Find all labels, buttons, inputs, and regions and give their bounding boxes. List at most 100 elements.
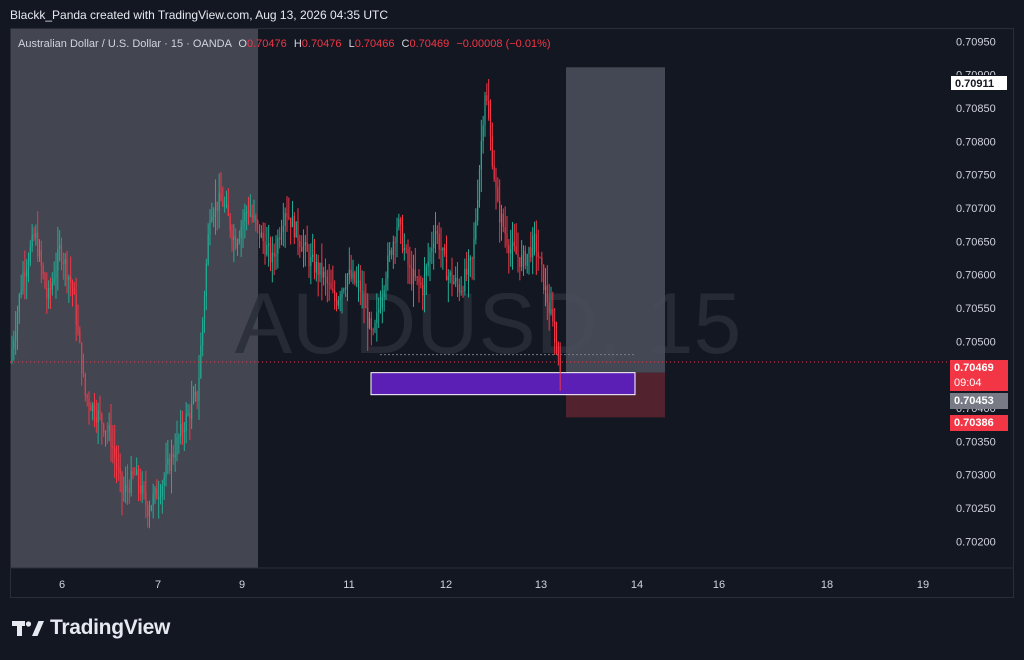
candle-body <box>429 251 431 262</box>
candle-body <box>198 377 200 401</box>
candle-body <box>152 494 154 506</box>
candle-body <box>304 242 306 246</box>
candle-body <box>557 343 559 356</box>
candle-body <box>156 488 158 499</box>
candle-body <box>108 424 110 432</box>
candle-body <box>544 285 547 291</box>
candle-body <box>326 276 328 284</box>
candle-body <box>137 469 140 486</box>
candle-body <box>253 215 255 218</box>
candle-body <box>453 281 455 284</box>
candle-body <box>185 414 187 432</box>
candle-body <box>264 241 266 255</box>
candle-body <box>335 300 338 306</box>
session-shade <box>11 29 258 568</box>
candle-body <box>257 220 259 225</box>
candle-body <box>418 277 420 283</box>
candle-body <box>55 270 57 279</box>
candle-body <box>16 312 19 332</box>
candle-body <box>451 272 453 284</box>
candle-body <box>51 282 53 290</box>
candle-body <box>161 485 163 497</box>
candle-body <box>20 290 22 295</box>
candle-body <box>123 491 125 493</box>
chart-credit: Blackk_Panda created with TradingView.co… <box>10 8 389 22</box>
candle-body <box>62 261 64 264</box>
candle-body <box>238 237 240 243</box>
candle-body <box>515 246 517 255</box>
x-tick-label: 13 <box>535 579 547 591</box>
candle-body <box>543 264 545 291</box>
candle-body <box>106 431 108 433</box>
candle-body <box>471 257 473 259</box>
price-chart[interactable]: AUDUSD, 15 0.709500.709000.708500.708000… <box>10 28 1014 598</box>
candle-body <box>218 193 220 211</box>
target-price-tag: 0.70911 <box>950 75 1008 91</box>
y-tick-label: 0.70700 <box>956 203 996 215</box>
candle-body <box>99 410 101 415</box>
candle-body <box>552 309 554 322</box>
candle-body <box>59 245 61 249</box>
candle-body <box>71 282 74 289</box>
candle-body <box>412 269 415 285</box>
candle-body <box>343 289 345 291</box>
candle-body <box>93 404 96 418</box>
candle-body <box>46 288 48 299</box>
candle-body <box>159 496 162 498</box>
candle-body <box>227 204 229 216</box>
candle-body <box>495 179 497 188</box>
candle-body <box>403 248 405 251</box>
y-tick-label: 0.70850 <box>956 103 996 115</box>
candle-body <box>38 250 41 257</box>
candle-body <box>401 224 404 251</box>
candle-body <box>458 284 460 293</box>
candle-body <box>365 306 367 309</box>
candle-body <box>462 290 464 292</box>
symbol-legend[interactable]: Australian Dollar / U.S. Dollar · 15 · O… <box>18 38 551 50</box>
candle-body <box>291 216 294 228</box>
candle-body <box>70 276 72 283</box>
candle-body <box>282 225 284 232</box>
candle-body <box>18 294 20 313</box>
candle-body <box>400 218 402 225</box>
candle-body <box>205 263 207 297</box>
candle-body <box>312 254 314 257</box>
candle-body <box>394 241 396 243</box>
candle-body <box>319 262 321 275</box>
candle-body <box>196 391 198 401</box>
candle-body <box>167 458 169 465</box>
candle-body <box>11 348 13 362</box>
candle-body <box>434 231 437 244</box>
candle-body <box>191 402 193 419</box>
tradingview-logo[interactable]: TradingView <box>12 616 170 640</box>
candle-body <box>255 215 257 221</box>
candle-body <box>350 269 352 279</box>
candle-body <box>302 245 305 252</box>
candle-body <box>125 484 127 492</box>
y-tick-label: 0.70350 <box>956 436 996 448</box>
candle-body <box>389 250 391 256</box>
candle-body <box>231 230 233 241</box>
candle-body <box>489 118 492 137</box>
candle-body <box>202 320 204 346</box>
close-value: 0.70469 <box>409 38 450 50</box>
candle-body <box>229 215 231 231</box>
footer: TradingView <box>0 598 1024 660</box>
candle-body <box>324 271 327 277</box>
candle-body <box>37 232 39 257</box>
candle-body <box>315 261 317 273</box>
close-key: C <box>401 38 410 50</box>
candle-body <box>392 241 394 256</box>
candle-body <box>284 213 286 226</box>
candle-body <box>511 241 514 249</box>
candle-body <box>528 247 530 254</box>
candle-body <box>200 345 202 378</box>
candle-body <box>246 211 248 213</box>
candle-body <box>376 312 378 323</box>
candle-body <box>504 226 506 234</box>
candle-body <box>240 227 242 238</box>
candle-body <box>548 302 550 314</box>
candle-body <box>306 242 308 252</box>
candle-body <box>537 251 539 258</box>
candle-body <box>354 272 356 283</box>
